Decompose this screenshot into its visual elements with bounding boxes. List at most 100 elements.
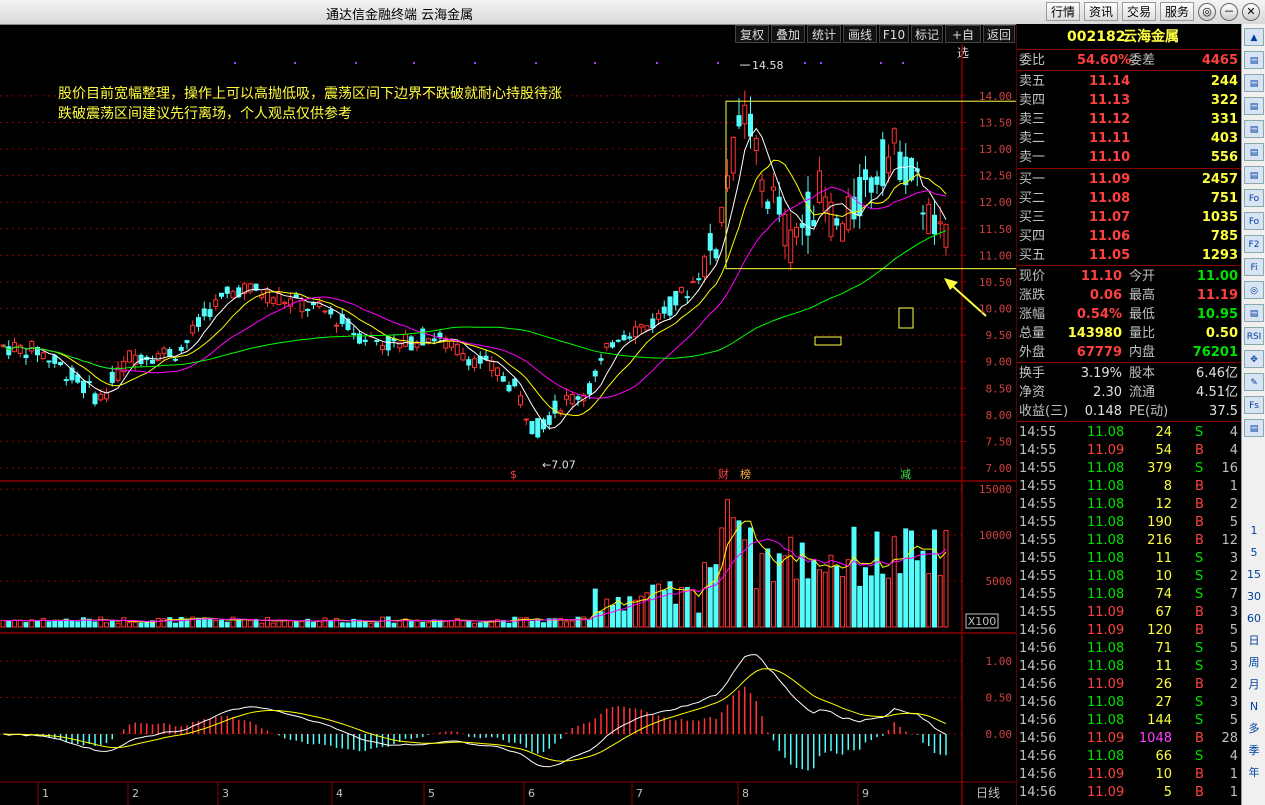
high-label: 14.58 <box>752 59 784 72</box>
candle-body <box>173 358 178 361</box>
tick-price: 11.08 <box>1087 587 1125 602</box>
candle-body <box>696 278 702 281</box>
period-1[interactable]: 1 <box>1244 522 1264 540</box>
sidebar-tool-icon[interactable]: ▤ <box>1244 304 1264 322</box>
period-年[interactable]: 年 <box>1244 764 1264 782</box>
sidebar-tool-icon[interactable]: Fs <box>1244 396 1264 414</box>
tick-time: 14:55 <box>1019 461 1057 476</box>
candle-body <box>937 221 943 225</box>
period-30[interactable]: 30 <box>1244 588 1264 606</box>
candle-body <box>155 353 161 362</box>
sidebar-tool-icon[interactable]: ◎ <box>1244 281 1264 299</box>
volume-bar <box>759 553 765 628</box>
volume-bar <box>144 621 150 628</box>
period-5[interactable]: 5 <box>1244 544 1264 562</box>
f10-button[interactable]: F10 <box>879 25 909 43</box>
sidebar-tool-icon[interactable]: ▤ <box>1244 166 1264 184</box>
draw-button[interactable]: 画线 <box>843 25 877 43</box>
sidebar-tool-icon[interactable]: Fo <box>1244 189 1264 207</box>
sidebar-tool-icon[interactable]: ▤ <box>1244 74 1264 92</box>
menu-zixun[interactable]: 资讯 <box>1084 2 1119 21</box>
tick-time: 14:56 <box>1019 713 1057 728</box>
mark-button[interactable]: 标记 <box>911 25 943 43</box>
candle-body <box>926 203 932 235</box>
sidebar-tool-icon[interactable]: F2 <box>1244 235 1264 253</box>
sidebar-tool-icon[interactable]: Fo <box>1244 212 1264 230</box>
candle-body <box>736 115 742 127</box>
tick-time: 14:56 <box>1019 695 1057 710</box>
period-周[interactable]: 周 <box>1244 654 1264 672</box>
volume-bar <box>610 604 615 628</box>
tick-volume: 24 <box>1155 425 1172 440</box>
event-tag: 减 <box>900 468 911 481</box>
sidebar-tool-icon[interactable]: RSI <box>1244 327 1264 345</box>
tick-price: 11.08 <box>1087 569 1125 584</box>
period-季[interactable]: 季 <box>1244 742 1264 760</box>
tick-side: B <box>1195 533 1204 548</box>
price-tick-label: 12.00 <box>979 196 1012 209</box>
volume-bar <box>598 611 604 628</box>
sidebar-tool-icon[interactable]: ▤ <box>1244 51 1264 69</box>
sidebar-tool-icon[interactable]: ▤ <box>1244 97 1264 115</box>
stat-value: 11.19 <box>1196 288 1238 303</box>
volume-bar <box>23 622 29 628</box>
close-icon[interactable]: ✕ <box>1242 3 1260 21</box>
fuquan-button[interactable]: 复权 <box>735 25 769 43</box>
tick-count: 5 <box>1229 713 1238 728</box>
stock-chart[interactable]: 14.58 ←7.07 $ 财榜 减 14.00 13.50 13.00 12.50 12.00… <box>0 44 1016 805</box>
ma60-line <box>2 230 947 370</box>
period-月[interactable]: 月 <box>1244 676 1264 694</box>
period-N[interactable]: N <box>1244 698 1264 716</box>
back-button[interactable]: 返回 <box>983 25 1015 43</box>
minimize-icon[interactable]: － <box>1220 3 1238 21</box>
sidebar-tool-icon[interactable]: Fi <box>1244 258 1264 276</box>
signal-dot <box>594 62 596 64</box>
tick-side: B <box>1195 605 1204 620</box>
candle-body <box>161 347 167 355</box>
ask-volume: 403 <box>1210 131 1238 146</box>
period-日[interactable]: 日 <box>1244 632 1264 650</box>
stat-label: 内盘 <box>1129 345 1156 360</box>
sidebar-tool-icon[interactable]: ▤ <box>1244 419 1264 437</box>
volume-bar <box>109 619 115 628</box>
volume-bar <box>920 550 926 628</box>
restore-icon[interactable]: ◎ <box>1198 3 1216 21</box>
menu-jiaoyi[interactable]: 交易 <box>1122 2 1157 21</box>
sidebar-tool-icon[interactable]: ▤ <box>1244 143 1264 161</box>
period-15[interactable]: 15 <box>1244 566 1264 584</box>
tick-side: B <box>1195 515 1204 530</box>
sidebar-tool-icon[interactable]: ▲ <box>1244 28 1264 46</box>
macd-dif-line <box>2 654 947 768</box>
signal-dot <box>413 62 415 64</box>
volume-bar <box>627 596 633 628</box>
stats-button[interactable]: 统计 <box>807 25 841 43</box>
period-多[interactable]: 多 <box>1244 720 1264 738</box>
overlay-button[interactable]: 叠加 <box>771 25 805 43</box>
volume-bar <box>92 621 98 628</box>
tick-count: 1 <box>1229 479 1238 494</box>
tick-price: 11.09 <box>1087 677 1125 692</box>
tick-price: 11.09 <box>1087 785 1125 800</box>
stat-label: 涨幅 <box>1019 307 1046 322</box>
period-60[interactable]: 60 <box>1244 610 1264 628</box>
sidebar-tool-icon[interactable]: ✎ <box>1244 373 1264 391</box>
volume-bar <box>805 578 811 628</box>
volume-bar <box>874 531 880 628</box>
volume-bar <box>466 620 472 628</box>
candle-body <box>414 343 420 348</box>
sidebar-tool-icon[interactable]: ✥ <box>1244 350 1264 368</box>
tick-time: 14:56 <box>1019 785 1057 800</box>
stat-label: 总量 <box>1019 326 1046 341</box>
volume-bar <box>213 619 219 628</box>
bid-price: 11.08 <box>1089 191 1131 206</box>
stat-label: 现价 <box>1019 269 1046 284</box>
sidebar-tool-icon[interactable]: ▤ <box>1244 120 1264 138</box>
menu-fuwu[interactable]: 服务 <box>1160 2 1195 21</box>
volume-bar <box>581 616 587 628</box>
menu-hangqing[interactable]: 行情 <box>1046 2 1081 21</box>
add-favorite-button[interactable]: +自选 <box>945 25 981 60</box>
chart-grid <box>0 44 1016 805</box>
candle-body <box>776 196 782 215</box>
volume-bar <box>794 578 799 628</box>
tick-time: 14:55 <box>1019 605 1057 620</box>
